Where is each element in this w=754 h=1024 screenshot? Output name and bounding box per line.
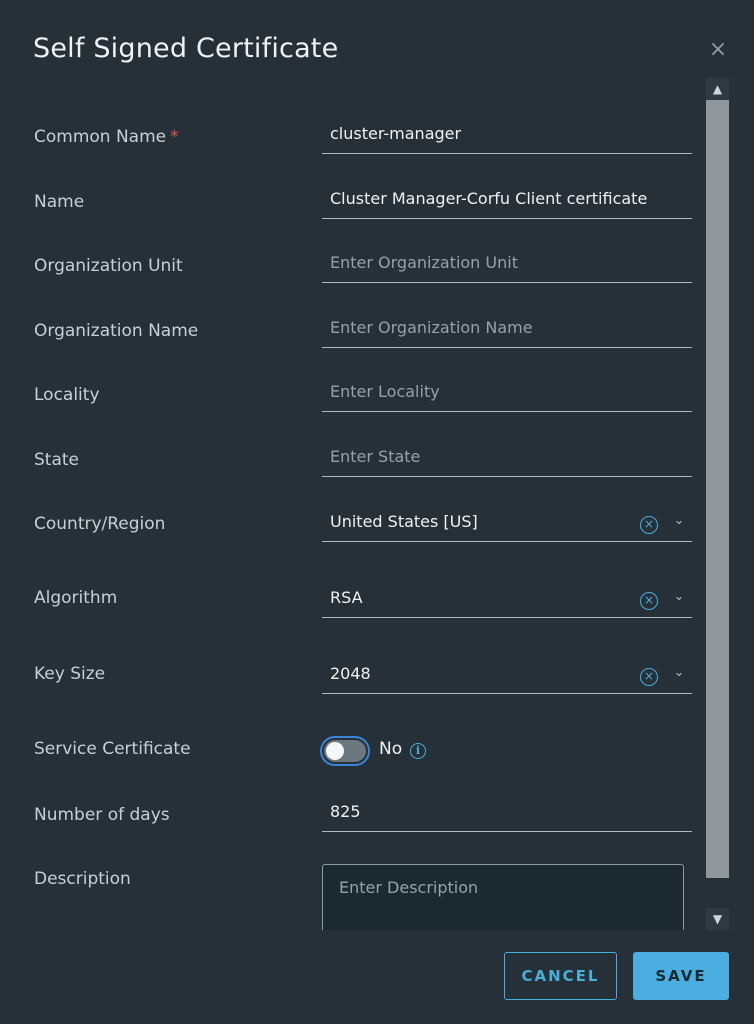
- scrollbar[interactable]: ▲ ▼: [706, 78, 729, 931]
- cancel-button[interactable]: CANCEL: [504, 952, 617, 1000]
- organization-name-placeholder: Enter Organization Name: [330, 318, 533, 337]
- clear-icon[interactable]: ×: [640, 668, 658, 686]
- key-size-label: Key Size: [34, 664, 106, 684]
- name-input[interactable]: Cluster Manager-Corfu Client certificate: [322, 186, 692, 219]
- form-body: Common Name * cluster-manager Name Cluste…: [0, 90, 706, 930]
- name-value: Cluster Manager-Corfu Client certificate: [330, 189, 648, 208]
- service-certificate-toggle[interactable]: [320, 736, 370, 766]
- organization-unit-placeholder: Enter Organization Unit: [330, 253, 518, 272]
- common-name-value: cluster-manager: [330, 124, 462, 143]
- clear-icon[interactable]: ×: [640, 592, 658, 610]
- state-label: State: [34, 450, 79, 470]
- scroll-up-arrow-icon[interactable]: ▲: [706, 78, 729, 100]
- toggle-track: [324, 740, 366, 762]
- close-icon[interactable]: ×: [706, 38, 730, 62]
- scroll-down-arrow-icon[interactable]: ▼: [706, 908, 729, 930]
- description-textarea[interactable]: Enter Description: [322, 864, 684, 930]
- scroll-thumb[interactable]: [706, 100, 729, 878]
- key-size-select[interactable]: 2048 × ⌄: [322, 661, 692, 694]
- country-region-label: Country/Region: [34, 514, 166, 534]
- toggle-state-label: No: [379, 739, 403, 759]
- state-input[interactable]: Enter State: [322, 444, 692, 477]
- common-name-label: Common Name *: [34, 127, 179, 147]
- dialog-footer: CANCEL SAVE: [0, 930, 754, 1024]
- algorithm-select[interactable]: RSA × ⌄: [322, 585, 692, 618]
- common-name-input[interactable]: cluster-manager: [322, 121, 692, 154]
- chevron-down-icon[interactable]: ⌄: [672, 514, 686, 528]
- toggle-knob: [326, 742, 344, 760]
- required-marker: *: [170, 127, 179, 147]
- self-signed-certificate-dialog: Self Signed Certificate × Common Name * c…: [0, 0, 754, 1024]
- key-size-value: 2048: [330, 664, 371, 683]
- locality-placeholder: Enter Locality: [330, 382, 440, 401]
- save-button[interactable]: SAVE: [633, 952, 729, 1000]
- algorithm-label: Algorithm: [34, 588, 118, 608]
- dialog-title: Self Signed Certificate: [33, 33, 339, 64]
- locality-input[interactable]: Enter Locality: [322, 379, 692, 412]
- state-placeholder: Enter State: [330, 447, 421, 466]
- description-placeholder: Enter Description: [339, 878, 479, 897]
- clear-icon[interactable]: ×: [640, 516, 658, 534]
- organization-unit-label: Organization Unit: [34, 256, 183, 276]
- organization-name-input[interactable]: Enter Organization Name: [322, 315, 692, 348]
- info-icon[interactable]: i: [410, 743, 426, 759]
- chevron-down-icon[interactable]: ⌄: [672, 666, 686, 680]
- name-label: Name: [34, 192, 85, 212]
- service-certificate-label: Service Certificate: [34, 739, 191, 759]
- algorithm-value: RSA: [330, 588, 363, 607]
- country-region-select[interactable]: United States [US] × ⌄: [322, 509, 692, 542]
- chevron-down-icon[interactable]: ⌄: [672, 590, 686, 604]
- number-of-days-label: Number of days: [34, 805, 170, 825]
- organization-unit-input[interactable]: Enter Organization Unit: [322, 250, 692, 283]
- country-region-value: United States [US]: [330, 512, 478, 531]
- description-label: Description: [34, 869, 131, 889]
- number-of-days-input[interactable]: 825: [322, 799, 692, 832]
- organization-name-label: Organization Name: [34, 321, 199, 341]
- locality-label: Locality: [34, 385, 100, 405]
- number-of-days-value: 825: [330, 802, 361, 821]
